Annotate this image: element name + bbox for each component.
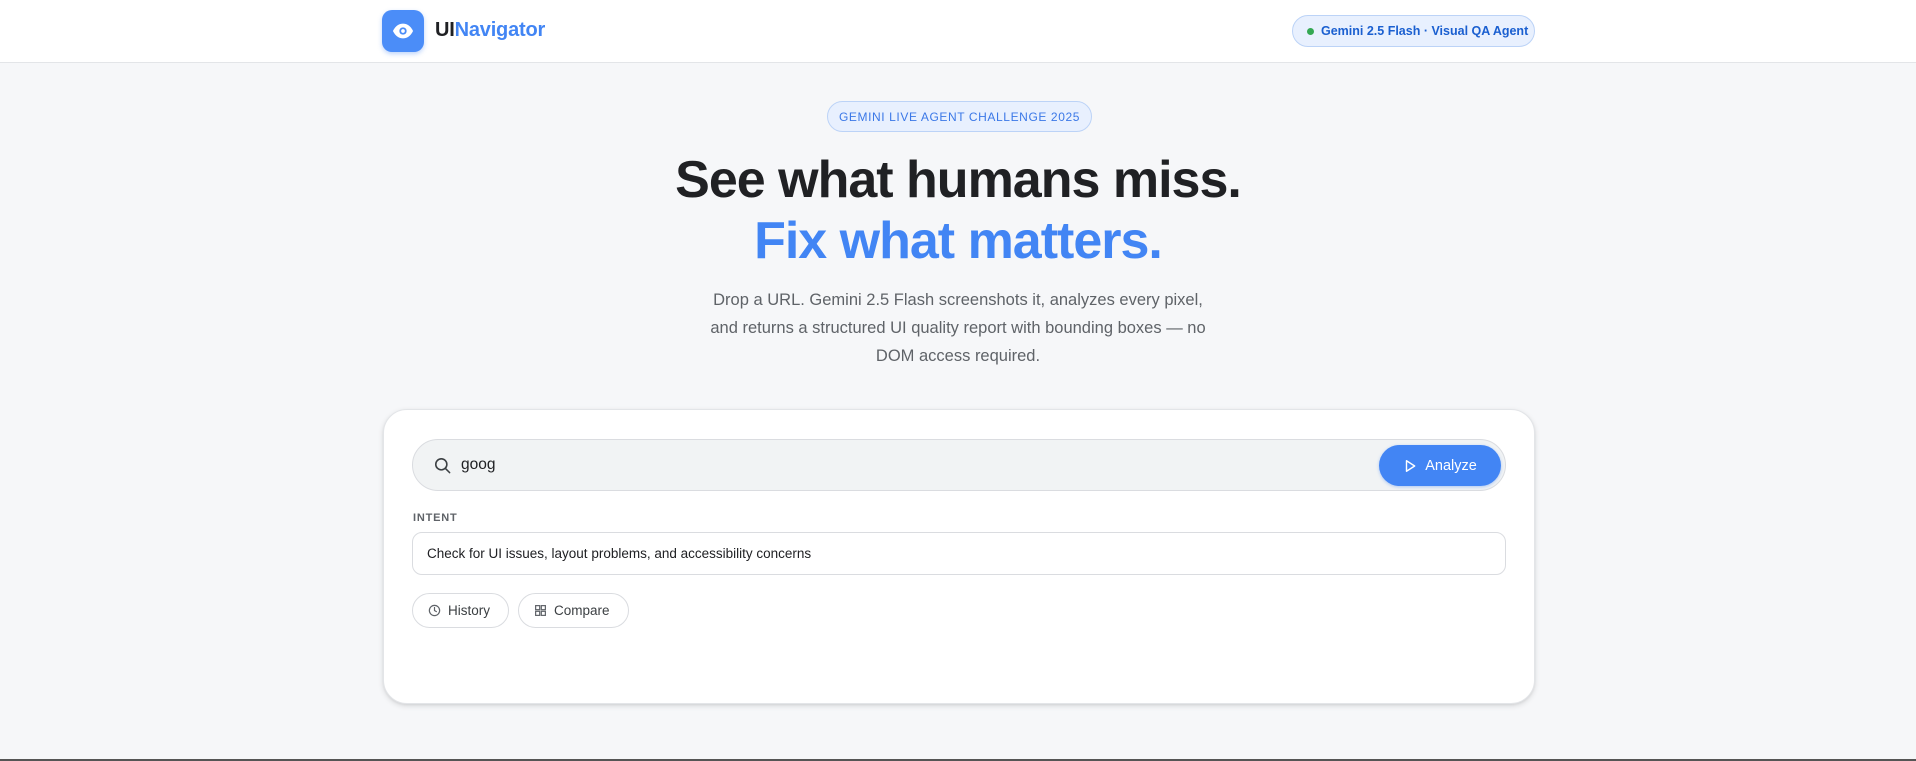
url-input[interactable] (461, 450, 1341, 480)
logo[interactable] (382, 10, 424, 52)
headline-primary: See what humans miss. (675, 151, 1242, 209)
intent-input[interactable] (412, 532, 1506, 575)
headline-accent: Fix what matters. (754, 212, 1163, 270)
challenge-badge: GEMINI LIVE AGENT CHALLENGE 2025 (827, 101, 1092, 132)
brand-part-navigator: Navigator (454, 19, 546, 41)
play-icon (1406, 459, 1416, 472)
history-button[interactable]: History (412, 593, 509, 628)
eye-icon (392, 23, 414, 39)
search-icon (434, 457, 451, 474)
grid-icon (535, 605, 546, 616)
intent-label: INTENT (413, 512, 458, 524)
analyze-button-label: Analyze (1425, 457, 1477, 474)
analyze-button[interactable]: Analyze (1379, 445, 1501, 486)
model-badge: Gemini 2.5 Flash · Visual QA Agent (1292, 15, 1535, 47)
url-search-bar: Analyze (412, 439, 1506, 491)
analyze-card: Analyze INTENT History Compare (383, 409, 1535, 704)
compare-button[interactable]: Compare (518, 593, 629, 628)
brand-name[interactable]: UINavigator (435, 19, 545, 42)
history-button-label: History (448, 603, 491, 618)
brand-part-ui: UI (435, 19, 455, 41)
model-badge-label: Gemini 2.5 Flash · Visual QA Agent (1321, 24, 1529, 38)
status-dot-icon (1307, 27, 1314, 35)
compare-button-label: Compare (554, 603, 610, 618)
hero-description: Drop a URL. Gemini 2.5 Flash screenshots… (710, 291, 1206, 365)
clock-icon (428, 604, 441, 617)
top-bar: UINavigator Gemini 2.5 Flash · Visual QA… (0, 0, 1916, 63)
